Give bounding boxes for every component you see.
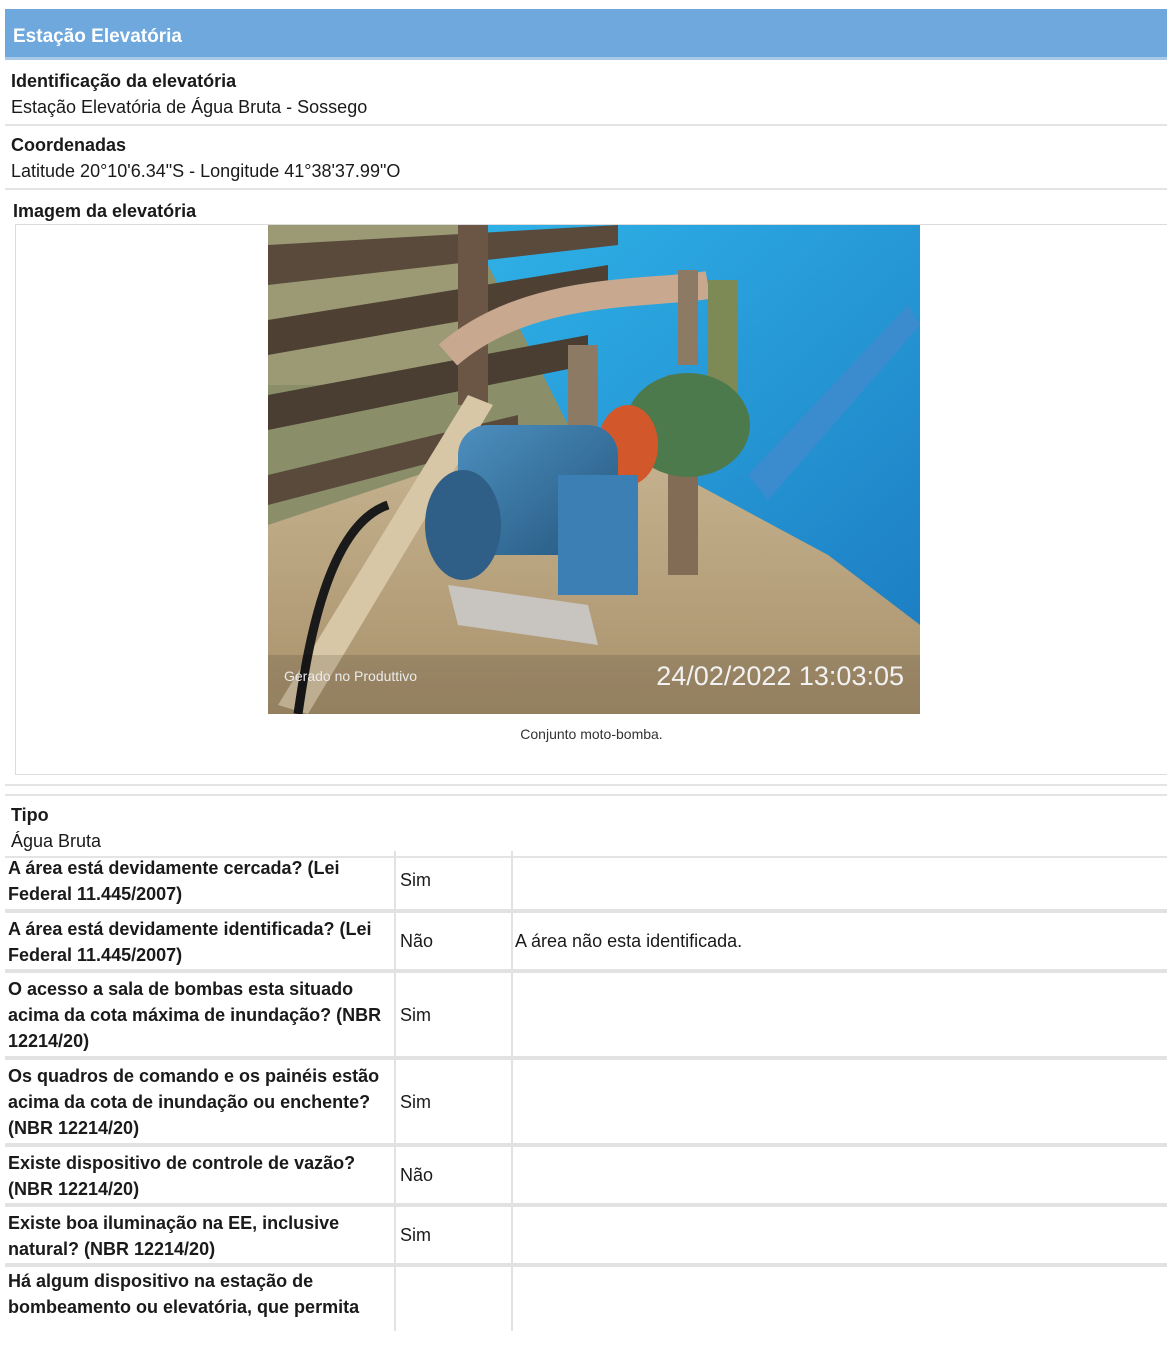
observation-cell [512, 1205, 1167, 1267]
field-imagem: Imagem da elevatória Gerado no Produttiv… [5, 190, 1167, 786]
questions-table-wrap: A área está devidamente cercada? (Lei Fe… [5, 851, 1167, 1331]
field-coordenadas: Coordenadas Latitude 20°10'6.34"S - Long… [5, 126, 1167, 190]
photo-timestamp: 24/02/2022 13:03:05 [656, 661, 904, 691]
observation-cell [512, 1265, 1167, 1331]
table-row: Há algum dispositivo na estação de bombe… [5, 1265, 1167, 1331]
observation-cell [512, 1058, 1167, 1147]
photo-watermark: Gerado no Produttivo [284, 668, 417, 684]
question-cell: Os quadros de comando e os painéis estão… [5, 1058, 396, 1147]
answer-cell: Sim [395, 1205, 513, 1267]
field-label: Tipo [11, 805, 49, 825]
table-row: A área está devidamente cercada? (Lei Fe… [5, 851, 1167, 913]
pump-photo[interactable]: Gerado no Produttivo 24/02/2022 13:03:05 [268, 225, 920, 714]
section-header: Estação Elevatória [5, 9, 1167, 60]
image-caption: Conjunto moto-bomba. [520, 726, 663, 742]
table-row: Existe boa iluminação na EE, inclusive n… [5, 1205, 1167, 1267]
observation-cell [512, 971, 1167, 1060]
field-label: Identificação da elevatória [11, 71, 237, 91]
questions-table: A área está devidamente cercada? (Lei Fe… [5, 851, 1167, 1331]
field-label: Coordenadas [11, 135, 127, 155]
field-label: Imagem da elevatória [13, 201, 197, 221]
field-tipo: Tipo Água Bruta [5, 794, 1167, 858]
question-cell: A área está devidamente identificada? (L… [5, 911, 396, 973]
answer-cell: Não [395, 911, 513, 973]
answer-cell [395, 1265, 513, 1331]
answer-cell: Sim [395, 1058, 513, 1147]
field-identificacao: Identificação da elevatória Estação Elev… [5, 62, 1167, 126]
report-page: Estação Elevatória Identificação da elev… [5, 9, 1167, 1331]
table-row: Existe dispositivo de controle de vazão?… [5, 1145, 1167, 1207]
observation-cell: A área não esta identificada. [512, 911, 1167, 973]
question-cell: Existe boa iluminação na EE, inclusive n… [5, 1205, 396, 1267]
image-frame: Gerado no Produttivo 24/02/2022 13:03:05… [15, 224, 1167, 775]
answer-cell: Não [395, 1145, 513, 1207]
pump-photo-illustration: Gerado no Produttivo 24/02/2022 13:03:05 [268, 225, 920, 714]
observation-cell [512, 1145, 1167, 1207]
question-cell: Existe dispositivo de controle de vazão?… [5, 1145, 396, 1207]
question-cell: O acesso a sala de bombas esta situado a… [5, 971, 396, 1060]
field-value: Latitude 20°10'6.34"S - Longitude 41°38'… [11, 161, 401, 181]
answer-cell: Sim [395, 851, 513, 913]
section-title: Estação Elevatória [13, 26, 182, 47]
table-row: O acesso a sala de bombas esta situado a… [5, 971, 1167, 1060]
answer-cell: Sim [395, 971, 513, 1060]
field-value: Estação Elevatória de Água Bruta - Sosse… [11, 97, 368, 117]
question-cell: Há algum dispositivo na estação de bombe… [5, 1265, 396, 1331]
question-cell: A área está devidamente cercada? (Lei Fe… [5, 851, 396, 913]
table-row: Os quadros de comando e os painéis estão… [5, 1058, 1167, 1147]
table-row: A área está devidamente identificada? (L… [5, 911, 1167, 973]
observation-cell [512, 851, 1167, 913]
